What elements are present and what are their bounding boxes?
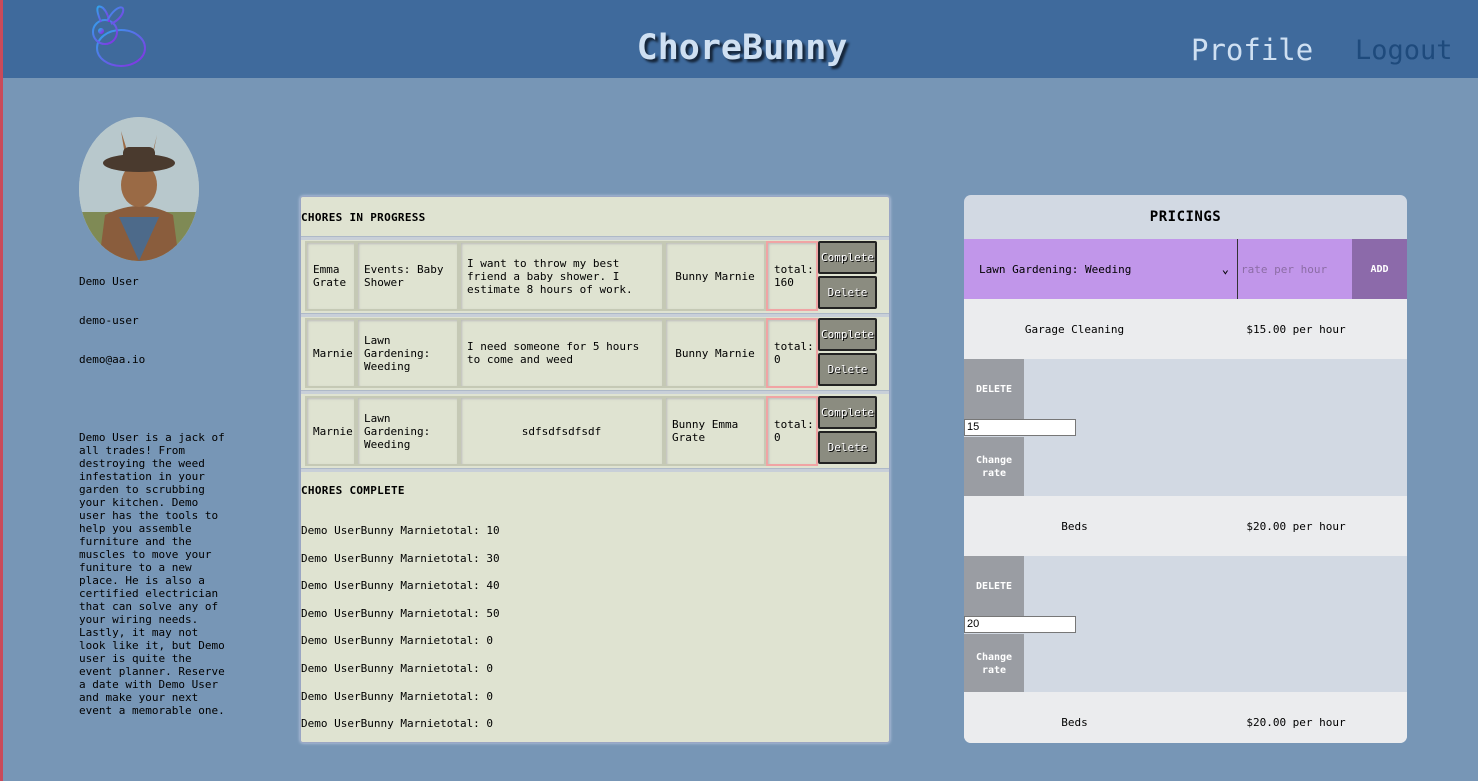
add-button[interactable]: ADD [1352,239,1407,299]
chore-row: Marnie Lawn Gardening: Weeding I need so… [305,318,885,388]
chore-client: Emma Grate [305,241,356,311]
completed-chore: Demo UserBunny Marnietotal: 50 [301,607,500,620]
chore-bunny: Bunny Marnie [664,318,766,388]
pricing-row: Garage Cleaning $15.00 per hour [964,299,1407,359]
completed-chore: Demo UserBunny Marnietotal: 0 [301,634,494,647]
chore-description: I want to throw my best friend a baby sh… [459,241,664,311]
divider [301,236,889,240]
complete-button[interactable]: Complete [818,318,877,351]
divider [301,468,889,472]
completed-chore: Demo UserBunny Marnietotal: 40 [301,579,500,592]
complete-button[interactable]: Complete [818,241,877,274]
divider [301,313,889,317]
nav-profile-link[interactable]: Profile [1191,33,1313,67]
avatar [79,117,199,261]
change-rate-button[interactable]: Change rate [964,437,1024,496]
user-display-name: Demo User [79,275,139,288]
pricing-name: Garage Cleaning [1024,323,1125,336]
complete-button[interactable]: Complete [818,396,877,429]
rate-input[interactable]: rate per hour [1239,239,1352,299]
completed-chore: Demo UserBunny Marnietotal: 0 [301,690,494,703]
chore-client: Marnie [305,396,356,466]
chores-in-progress-heading: CHORES IN PROGRESS [301,211,426,224]
delete-button[interactable]: Delete [818,431,877,464]
completed-chore: Demo UserBunny Marnietotal: 10 [301,524,500,537]
pricing-amount: $20.00 per hour [1246,716,1346,729]
user-username: demo-user [79,314,139,327]
add-pricing-bar: Lawn Gardening: Weeding ⌄ rate per hour … [964,239,1407,299]
chevron-down-icon: ⌄ [1221,262,1229,276]
chores-complete-heading: CHORES COMPLETE [301,484,405,497]
pricing-amount: $20.00 per hour [1246,520,1346,533]
pricing-row: Beds $20.00 per hour [964,496,1407,556]
pricing-row: Beds $20.00 per hour [964,692,1407,743]
chore-bunny: Bunny Emma Grate [664,396,766,466]
user-email: demo@aa.io [79,353,146,366]
change-rate-button[interactable]: Change rate [964,634,1024,693]
completed-chore: Demo UserBunny Marnietotal: 0 [301,717,494,730]
pricing-edit-block: DELETE 15 Change rate [964,359,1407,496]
chore-client: Marnie [305,318,356,388]
chore-row: Marnie Lawn Gardening: Weeding sdfsdfsdf… [305,396,885,466]
completed-chore: Demo UserBunny Marnietotal: 30 [301,552,500,565]
top-navbar: ChoreBunny Profile Logout [3,0,1478,78]
category-select-value: Lawn Gardening: Weeding [979,262,1132,276]
pricings-panel: PRICINGS Lawn Gardening: Weeding ⌄ rate … [964,195,1407,743]
category-select[interactable]: Lawn Gardening: Weeding ⌄ [964,239,1238,299]
user-bio: Demo User is a jack of all trades! From … [79,431,225,717]
pricing-amount: $15.00 per hour [1246,323,1346,336]
chore-category: Events: Baby Shower [356,241,459,311]
delete-button[interactable]: Delete [818,353,877,386]
divider [301,390,889,394]
chore-description: I need someone for 5 hours to come and w… [459,318,664,388]
chore-total: total: 0 [766,396,818,466]
pricings-heading: PRICINGS [1149,209,1222,225]
delete-pricing-button[interactable]: DELETE [964,556,1024,616]
chore-total: total: 0 [766,318,818,388]
completed-chore: Demo UserBunny Marnietotal: 0 [301,662,494,675]
rate-number-input[interactable]: 15 [964,419,1076,436]
chore-total: total: 160 [766,241,818,311]
nav-logout-link[interactable]: Logout [1355,35,1453,66]
pricing-name: Beds [1061,520,1088,533]
chore-category: Lawn Gardening: Weeding [356,396,459,466]
chore-row: Emma Grate Events: Baby Shower I want to… [305,241,885,311]
pricing-edit-block: DELETE 20 Change rate [964,556,1407,693]
rate-number-input[interactable]: 20 [964,616,1076,633]
delete-pricing-button[interactable]: DELETE [964,359,1024,419]
delete-button[interactable]: Delete [818,276,877,309]
chore-description: sdfsdfsdfsdf [459,396,664,466]
chores-panel: CHORES IN PROGRESS Emma Grate Events: Ba… [300,196,890,743]
pricing-name: Beds [1061,716,1088,729]
chore-bunny: Bunny Marnie [664,241,766,311]
chore-category: Lawn Gardening: Weeding [356,318,459,388]
